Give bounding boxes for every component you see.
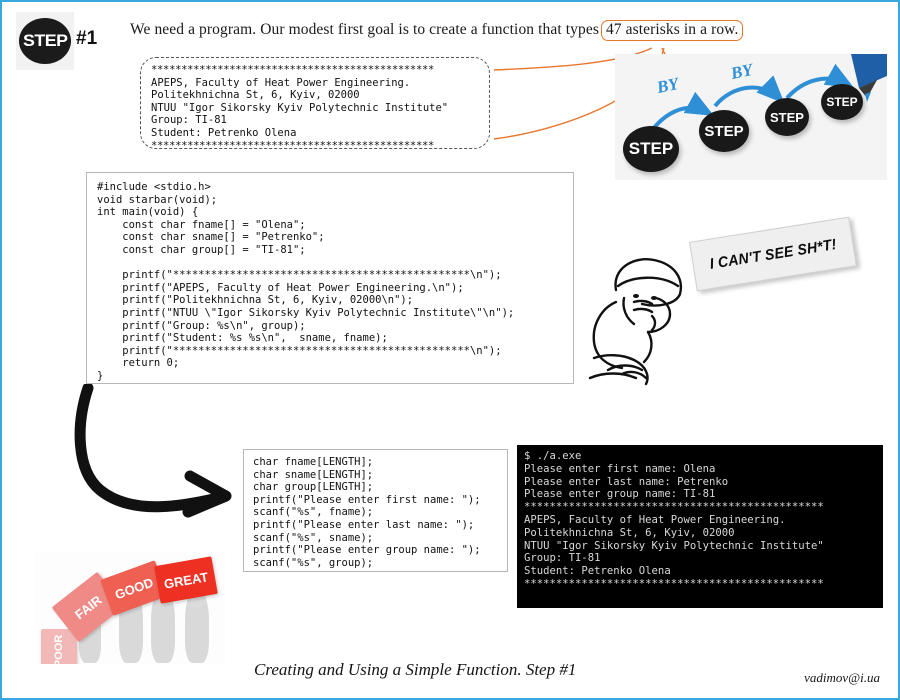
rating-block-good-label: GOOD <box>112 574 156 602</box>
headline-text: We need a program. Our modest first goal… <box>130 21 599 38</box>
output-top-stars: ****************************************… <box>151 64 435 76</box>
rating-block-great: GREAT <box>154 556 218 604</box>
step-oval-3: STEP <box>765 98 809 136</box>
step-oval-2: STEP <box>699 110 749 152</box>
output-line-3: NTUU "Igor Sikorsky Kyiv Polytechnic Ins… <box>151 101 449 114</box>
footer-email: vadimov@i.ua <box>804 670 880 685</box>
terminal-output: $ ./a.exe Please enter first name: Olena… <box>517 445 883 608</box>
expected-output-box: ****************************************… <box>140 57 490 152</box>
slide-canvas: STEP #1 We need a program. Our modest fi… <box>0 0 900 700</box>
step-oval-4: STEP <box>821 84 863 120</box>
cartoon-sign-text: I CAN'T SEE SH*T! <box>708 235 838 273</box>
step-oval-3-label: STEP <box>770 109 804 125</box>
step-number: #1 <box>76 28 98 49</box>
output-line-5: Student: Petrenko Olena <box>151 126 297 139</box>
step-badge: STEP <box>16 12 74 70</box>
terminal-text: $ ./a.exe Please enter first name: Olena… <box>524 450 824 590</box>
rating-block-poor-label: POOR <box>53 634 65 664</box>
output-line-4: Group: TI-81 <box>151 114 227 127</box>
headline: We need a program. Our modest first goal… <box>130 20 744 41</box>
rating-block-fair-label: FAIR <box>71 591 105 623</box>
cartoon-sign: I CAN'T SEE SH*T! <box>689 216 857 292</box>
main-code-block: #include <stdio.h> void starbar(void); i… <box>86 172 574 384</box>
rating-illustration: POOR FAIR GOOD GREAT <box>35 551 225 664</box>
input-code-block: char fname[LENGTH]; char sname[LENGTH]; … <box>243 449 508 572</box>
step-oval-1-label: STEP <box>628 139 674 158</box>
footer-title: Creating and Using a Simple Function. St… <box>254 660 577 679</box>
step-oval-1: STEP <box>623 126 679 172</box>
rating-block-great-label: GREAT <box>162 568 210 592</box>
step-oval-2-label: STEP <box>704 122 744 140</box>
main-code-text: #include <stdio.h> void starbar(void); i… <box>97 181 515 382</box>
output-bottom-stars: ****************************************… <box>151 139 435 152</box>
cartoon-illustration: I CAN'T SEE SH*T! <box>588 216 878 386</box>
headline-highlight: 47 asterisks in a row. <box>600 20 744 41</box>
step-oval-4-label: STEP <box>826 95 858 109</box>
big-curved-arrow-icon <box>74 384 232 518</box>
step-badge-oval: STEP <box>19 18 71 64</box>
step-badge-label: STEP <box>22 31 68 50</box>
squinting-man-icon <box>588 258 683 386</box>
output-line-1: APEPS, Faculty of Heat Power Engineering… <box>151 76 411 89</box>
output-line-2: Politekhnichna St, 6, Kyiv, 02000 <box>151 89 360 102</box>
input-code-text: char fname[LENGTH]; char sname[LENGTH]; … <box>253 456 481 569</box>
step-by-step-illustration: STEP STEP STEP STEP BY BY <box>615 54 887 180</box>
